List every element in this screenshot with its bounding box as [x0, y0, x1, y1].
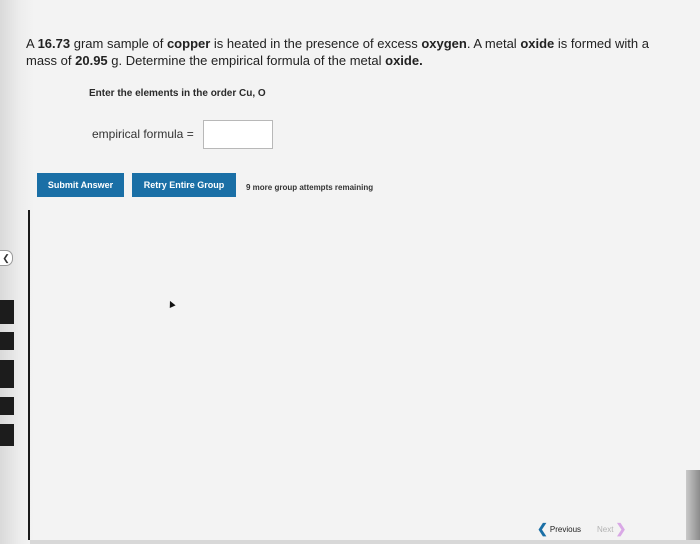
right-frame-edge [686, 470, 700, 544]
edge-bar [0, 360, 14, 388]
empirical-formula-label: empirical formula = [92, 127, 194, 141]
edge-bar [0, 300, 14, 324]
previous-label: Previous [549, 524, 582, 534]
next-label: Next [597, 524, 614, 534]
edge-bar [0, 332, 14, 350]
chevron-left-icon: ❮ [537, 521, 548, 536]
oxide-mass-value: 20.95 [75, 53, 108, 68]
bottom-frame-edge [30, 540, 700, 544]
edge-bar [0, 397, 14, 415]
retry-entire-group-button[interactable]: Retry Entire Group [132, 173, 236, 197]
edge-bar [0, 424, 14, 446]
question-text: A 16.73 gram sample of copper is heated … [26, 36, 649, 68]
chevron-right-icon: ❯ [615, 521, 627, 536]
empirical-formula-input[interactable] [203, 120, 273, 149]
previous-button[interactable]: ❮ Previous [537, 521, 582, 536]
collapse-sidebar-icon[interactable]: ❮ [0, 250, 13, 266]
next-button[interactable]: Next ❯ [597, 521, 627, 536]
mouse-cursor-icon: ▲ [163, 296, 179, 312]
attempts-remaining-text: 9 more group attempts remaining [246, 183, 374, 192]
frame-divider [28, 210, 30, 540]
element-order-instruction: Enter the elements in the order Cu, O [89, 88, 266, 99]
copper-mass-value: 16.73 [37, 36, 71, 51]
submit-answer-button[interactable]: Submit Answer [37, 173, 124, 197]
